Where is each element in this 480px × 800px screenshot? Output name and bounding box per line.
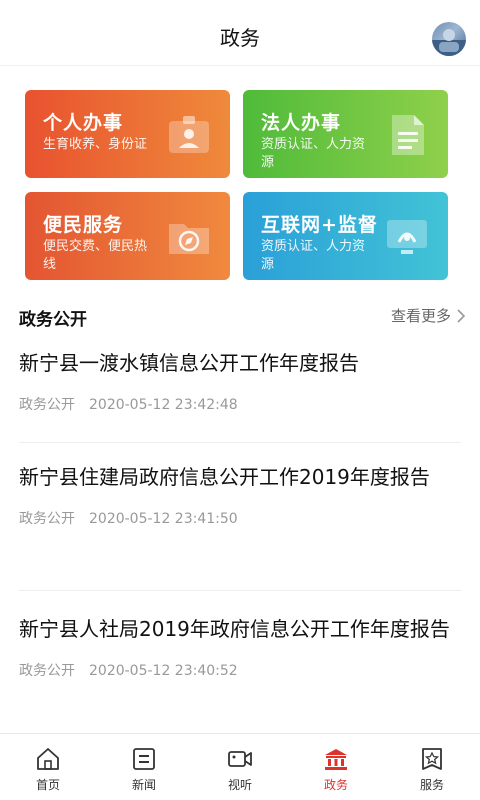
- news-time: 2020-05-12 23:42:48: [89, 397, 238, 413]
- tab-service[interactable]: 服务: [384, 734, 480, 800]
- service-card-title: 互联网+监督: [261, 214, 378, 236]
- service-card-subtitle: 生育收养、身份证: [43, 137, 148, 152]
- service-card-subtitle: 便民交费、便民热线: [43, 239, 148, 272]
- video-icon: [228, 751, 252, 767]
- news-title: 新宁县人社局2019年政府信息公开工作年度报告: [19, 617, 450, 641]
- news-time: 2020-05-12 23:40:52: [89, 663, 238, 679]
- service-grid: 个人办事 生育收养、身份证 法人办事 资质认证、人力资源 便民服务 便民交费、便…: [25, 90, 451, 280]
- tab-label: 新闻: [131, 778, 156, 792]
- page-title: 政务: [220, 26, 260, 50]
- tab-label: 服务: [419, 778, 444, 792]
- news-title: 新宁县住建局政府信息公开工作2019年度报告: [19, 465, 430, 489]
- news-time: 2020-05-12 23:41:50: [89, 511, 238, 527]
- document-icon: [392, 115, 424, 155]
- government-icon: [325, 749, 347, 770]
- news-source: 政务公开: [19, 511, 75, 527]
- tab-label: 政务: [323, 778, 348, 792]
- id-card-icon: [169, 116, 209, 153]
- section-title: 政务公开: [19, 310, 87, 330]
- service-card-title: 便民服务: [43, 214, 124, 236]
- news-meta: 政务公开 2020-05-12 23:42:48: [19, 394, 461, 414]
- compass-folder-icon: [169, 224, 209, 254]
- monitor-icon: [387, 220, 427, 254]
- news-icon: [133, 748, 155, 770]
- service-card-subtitle: 资质认证、人力资源: [261, 239, 366, 272]
- bottom-tab-bar: 首页 新闻 视听 政务 服务: [0, 733, 480, 800]
- news-source: 政务公开: [19, 397, 75, 413]
- news-meta: 政务公开 2020-05-12 23:40:52: [19, 660, 461, 680]
- service-card-legal[interactable]: 法人办事 资质认证、人力资源: [243, 90, 448, 178]
- view-more-link[interactable]: 查看更多: [391, 305, 466, 326]
- service-card-title: 个人办事: [43, 112, 124, 134]
- avatar-image-icon: [432, 29, 466, 56]
- news-title: 新宁县一渡水镇信息公开工作年度报告: [19, 351, 359, 375]
- news-source: 政务公开: [19, 663, 75, 679]
- service-card-subtitle: 资质认证、人力资源: [261, 137, 366, 170]
- news-list-item[interactable]: 新宁县一渡水镇信息公开工作年度报告 政务公开 2020-05-12 23:42:4…: [19, 347, 461, 443]
- news-list-item[interactable]: 新宁县住建局政府信息公开工作2019年度报告 政务公开 2020-05-12 23…: [19, 461, 461, 591]
- service-card-personal[interactable]: 个人办事 生育收养、身份证: [25, 90, 230, 178]
- service-card-title: 法人办事: [261, 112, 342, 134]
- tab-label: 视听: [227, 778, 252, 792]
- avatar[interactable]: [432, 22, 466, 56]
- chevron-right-icon: [457, 308, 466, 323]
- header: 政务: [0, 0, 480, 66]
- tab-government[interactable]: 政务: [288, 734, 384, 800]
- view-more-label: 查看更多: [390, 307, 451, 325]
- tab-news[interactable]: 新闻: [96, 734, 192, 800]
- service-icon: [422, 748, 442, 770]
- news-meta: 政务公开 2020-05-12 23:41:50: [19, 508, 461, 528]
- tab-label: 首页: [35, 778, 60, 792]
- news-list-item[interactable]: 新宁县人社局2019年政府信息公开工作年度报告 政务公开 2020-05-12 2…: [19, 613, 461, 733]
- home-icon: [37, 748, 59, 770]
- tab-home[interactable]: 首页: [0, 734, 96, 800]
- tab-video[interactable]: 视听: [192, 734, 288, 800]
- service-card-supervision[interactable]: 互联网+监督 资质认证、人力资源: [243, 192, 448, 280]
- service-card-convenience[interactable]: 便民服务 便民交费、便民热线: [25, 192, 230, 280]
